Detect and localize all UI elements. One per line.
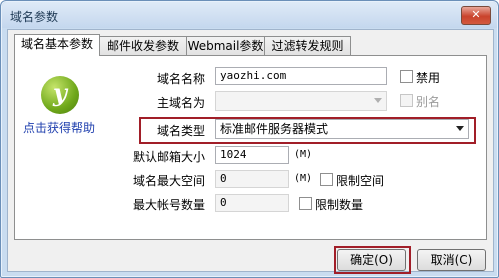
domain-type-select[interactable]: 标准邮件服务器模式 (215, 119, 469, 139)
disable-checkbox[interactable] (400, 70, 413, 83)
alias-checkbox[interactable] (400, 94, 413, 107)
tab-label: 域名基本参数 (20, 37, 93, 51)
max-space-label: 域名最大空间 (132, 174, 205, 188)
limit-space-label: 限制空间 (336, 174, 385, 188)
domain-type-label: 域名类型 (156, 124, 205, 138)
chevron-down-icon (374, 98, 382, 103)
tab-filter-forward[interactable]: 过滤转发规则 (264, 36, 351, 55)
limit-count-label: 限制数量 (315, 198, 364, 212)
alias-label: 别名 (416, 95, 441, 109)
tab-panel-domain-basic: y 点击获得帮助 域名名称 yaozhi.com 禁用 主域名为 别名 域名类型… (14, 55, 487, 240)
help-logo-icon[interactable]: y (41, 76, 79, 114)
dialog-client-area: 域名基本参数 邮件收发参数 Webmail参数 过滤转发规则 y 点击获得帮助 … (7, 29, 494, 274)
primary-domain-select[interactable] (215, 91, 387, 111)
tab-mail-transfer[interactable]: 邮件收发参数 (99, 36, 187, 55)
window-title: 域名参数 (10, 10, 59, 24)
default-mailbox-unit: (M) (294, 149, 313, 160)
domain-type-value: 标准邮件服务器模式 (220, 122, 329, 136)
default-mailbox-label: 默认邮箱大小 (132, 150, 205, 164)
domain-name-input[interactable]: yaozhi.com (215, 67, 387, 85)
dialog-window: 域名参数 ✕ 域名基本参数 邮件收发参数 Webmail参数 过滤转发规则 y … (0, 0, 499, 278)
limit-count-checkbox[interactable] (299, 197, 312, 210)
disable-label: 禁用 (416, 71, 441, 85)
tab-label: 过滤转发规则 (271, 39, 344, 53)
max-space-unit: (M) (294, 173, 313, 184)
close-button[interactable]: ✕ (461, 6, 491, 25)
ok-button[interactable]: 确定(O) (337, 249, 406, 271)
default-mailbox-input[interactable]: 1024 (215, 146, 289, 164)
cancel-button[interactable]: 取消(C) (417, 249, 486, 271)
tab-label: Webmail参数 (187, 39, 264, 53)
help-link[interactable]: 点击获得帮助 (23, 119, 95, 136)
max-space-input[interactable]: 0 (215, 170, 289, 188)
domain-name-label: 域名名称 (156, 72, 205, 86)
max-accounts-label: 最大帐号数量 (132, 198, 205, 212)
chevron-down-icon (456, 126, 464, 131)
tab-webmail[interactable]: Webmail参数 (186, 36, 265, 55)
primary-domain-label: 主域名为 (156, 96, 205, 110)
limit-space-checkbox[interactable] (320, 173, 333, 186)
close-icon: ✕ (471, 8, 481, 21)
tab-label: 邮件收发参数 (106, 39, 179, 53)
title-bar[interactable]: 域名参数 ✕ (2, 2, 497, 28)
tab-domain-basic[interactable]: 域名基本参数 (14, 34, 100, 56)
max-accounts-input[interactable]: 0 (215, 194, 289, 212)
